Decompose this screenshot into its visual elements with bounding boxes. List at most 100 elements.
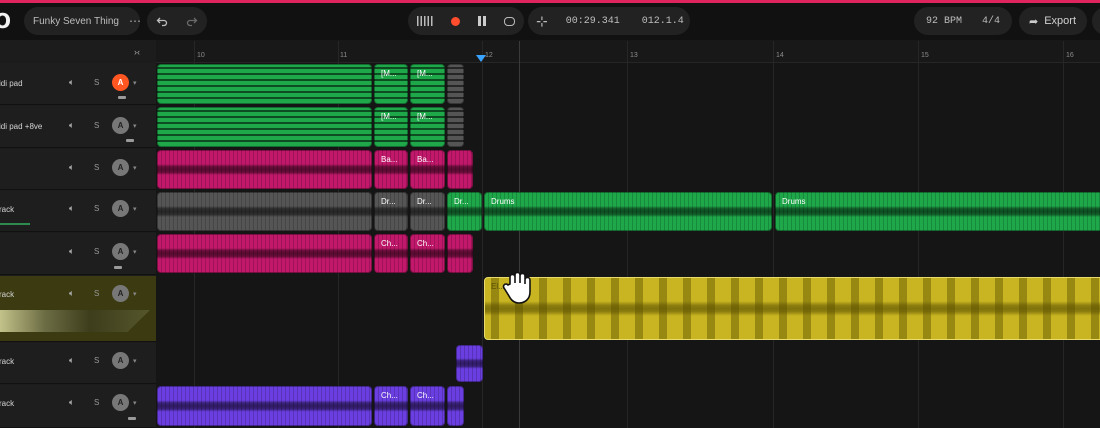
- audio-clip[interactable]: Dr...: [447, 192, 482, 231]
- track-header[interactable]: rack 🔈︎ S A ▾: [0, 191, 156, 232]
- track-name[interactable]: idi pad +8ve: [0, 122, 42, 131]
- audio-clip-muted[interactable]: Dr...: [374, 192, 408, 231]
- audio-clip[interactable]: [456, 345, 483, 382]
- solo-button[interactable]: S: [94, 356, 99, 365]
- speaker-icon[interactable]: 🔈︎: [69, 288, 74, 299]
- arm-button[interactable]: A: [112, 159, 129, 176]
- speaker-icon[interactable]: 🔈︎: [69, 162, 74, 173]
- speaker-icon[interactable]: 🔈︎: [69, 397, 74, 408]
- automation-envelope[interactable]: [0, 310, 150, 332]
- audio-clip[interactable]: Drums: [484, 192, 772, 231]
- volume-fader[interactable]: [118, 96, 126, 99]
- speaker-icon[interactable]: 🔈︎: [69, 203, 74, 214]
- chevron-down-icon[interactable]: ▾: [133, 290, 137, 298]
- selected-audio-clip[interactable]: El...a: [484, 277, 1100, 340]
- audio-clip[interactable]: Ba...: [410, 150, 445, 189]
- tempo-display[interactable]: 92 BPM 4/4: [914, 7, 1012, 35]
- track-header[interactable]: 🔈︎ S A ▾: [0, 149, 156, 190]
- volume-fader[interactable]: [128, 417, 136, 420]
- arm-button[interactable]: A: [112, 200, 129, 217]
- audio-clip[interactable]: [157, 234, 372, 273]
- arm-button[interactable]: A: [112, 243, 129, 260]
- solo-button[interactable]: S: [94, 247, 99, 256]
- collapse-panel-icon[interactable]: ›‹: [134, 47, 140, 57]
- playhead-marker[interactable]: [476, 55, 486, 62]
- metronome-icon[interactable]: [417, 16, 433, 26]
- midi-clip[interactable]: [157, 107, 372, 147]
- chevron-down-icon[interactable]: ▾: [133, 122, 137, 130]
- solo-button[interactable]: S: [94, 163, 99, 172]
- audio-clip[interactable]: Ba...: [374, 150, 408, 189]
- midi-clip[interactable]: [157, 64, 372, 104]
- audio-clip[interactable]: [447, 234, 473, 273]
- speaker-icon[interactable]: 🔈︎: [69, 77, 74, 88]
- arm-button[interactable]: A: [112, 394, 129, 411]
- app-logo[interactable]: O: [0, 9, 11, 33]
- audio-clip[interactable]: [447, 150, 473, 189]
- midi-clip-muted[interactable]: [447, 64, 464, 104]
- volume-fader[interactable]: [126, 139, 134, 142]
- chevron-down-icon[interactable]: ▾: [133, 164, 137, 172]
- record-icon[interactable]: [451, 16, 460, 26]
- chevron-down-icon[interactable]: ▾: [133, 79, 137, 87]
- solo-button[interactable]: S: [94, 289, 99, 298]
- chevron-down-icon[interactable]: ▾: [133, 248, 137, 256]
- track-name[interactable]: rack: [0, 357, 14, 366]
- speaker-icon[interactable]: 🔈︎: [69, 246, 74, 257]
- solo-button[interactable]: S: [94, 398, 99, 407]
- project-menu[interactable]: Funky Seven Thing ⋯: [24, 7, 142, 35]
- speaker-icon[interactable]: 🔈︎: [69, 355, 74, 366]
- track-header[interactable]: rack 🔈︎ S A ▾: [0, 343, 156, 384]
- chevron-down-icon[interactable]: ▾: [133, 399, 137, 407]
- timeline-ruler[interactable]: [156, 40, 1100, 63]
- extra-toolbar-button[interactable]: [1092, 7, 1100, 35]
- speaker-icon[interactable]: 🔈︎: [69, 120, 74, 131]
- track-header[interactable]: 🔈︎ S A ▾: [0, 233, 156, 275]
- export-button[interactable]: ➦ Export: [1019, 7, 1087, 35]
- redo-icon[interactable]: [186, 15, 198, 27]
- audio-clip[interactable]: Ch...: [410, 386, 445, 426]
- audio-clip[interactable]: [157, 386, 372, 426]
- track-header[interactable]: rack 🔈︎ S A ▾: [0, 385, 156, 428]
- snap-icon[interactable]: ⊹: [536, 13, 548, 30]
- arm-button[interactable]: A: [112, 285, 129, 302]
- audio-clip-muted[interactable]: [157, 192, 372, 231]
- track-name[interactable]: rack: [0, 290, 14, 299]
- solo-button[interactable]: S: [94, 204, 99, 213]
- midi-clip[interactable]: [M...: [374, 107, 408, 147]
- time-signature[interactable]: 4/4: [982, 16, 1000, 27]
- undo-icon[interactable]: [156, 15, 168, 27]
- more-icon[interactable]: ⋯: [129, 14, 142, 28]
- audio-clip[interactable]: Ch...: [374, 234, 408, 273]
- midi-clip[interactable]: [M...: [374, 64, 408, 104]
- solo-button[interactable]: S: [94, 121, 99, 130]
- track-header[interactable]: idi pad +8ve 🔈︎ S A ▾: [0, 106, 156, 148]
- chevron-down-icon[interactable]: ▾: [133, 357, 137, 365]
- midi-clip[interactable]: [M...: [410, 64, 445, 104]
- arm-button[interactable]: A: [112, 74, 129, 91]
- audio-clip-muted[interactable]: Dr...: [410, 192, 445, 231]
- audio-clip[interactable]: [447, 386, 464, 426]
- grid-line: [918, 41, 919, 428]
- track-name[interactable]: rack: [0, 205, 14, 214]
- track-header[interactable]: idi pad 🔈︎ S A ▾: [0, 63, 156, 105]
- arm-button[interactable]: A: [112, 352, 129, 369]
- midi-clip[interactable]: [M...: [410, 107, 445, 147]
- clip-label: Ba...: [381, 155, 398, 164]
- playhead-line[interactable]: [519, 41, 520, 428]
- track-name[interactable]: rack: [0, 399, 14, 408]
- chevron-down-icon[interactable]: ▾: [133, 205, 137, 213]
- track-header-selected[interactable]: rack 🔈︎ S A ▾: [0, 276, 156, 342]
- audio-clip[interactable]: Ch...: [410, 234, 445, 273]
- loop-icon[interactable]: [504, 16, 515, 26]
- audio-clip[interactable]: [157, 150, 372, 189]
- audio-clip[interactable]: Ch...: [374, 386, 408, 426]
- bpm-value[interactable]: 92 BPM: [926, 16, 962, 27]
- audio-clip[interactable]: Drums: [775, 192, 1100, 231]
- solo-button[interactable]: S: [94, 78, 99, 87]
- arm-button[interactable]: A: [112, 117, 129, 134]
- volume-fader[interactable]: [114, 266, 122, 269]
- midi-clip-muted[interactable]: [447, 107, 464, 147]
- track-name[interactable]: idi pad: [0, 79, 23, 88]
- pause-icon[interactable]: [478, 16, 486, 26]
